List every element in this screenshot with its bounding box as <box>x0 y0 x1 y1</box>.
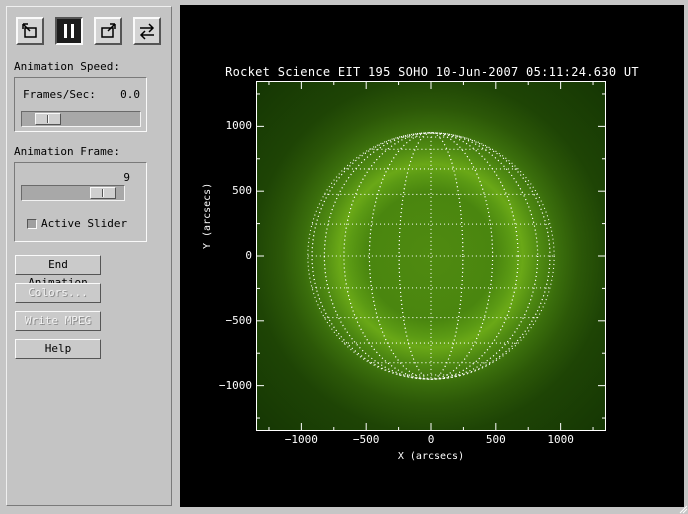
frame-value: 9 <box>123 171 130 184</box>
tick-marks <box>256 81 606 431</box>
swap-arrows-icon <box>139 23 155 40</box>
fps-value: 0.0 <box>120 88 140 101</box>
pause-icon <box>64 24 74 38</box>
frame-slider-thumb[interactable] <box>90 187 116 199</box>
colors-button[interactable]: Colors... <box>15 283 101 303</box>
speed-slider[interactable] <box>21 111 141 127</box>
frame-slider[interactable] <box>21 185 125 201</box>
rewind-arrow-icon <box>22 23 37 38</box>
speed-slider-thumb[interactable] <box>35 113 61 125</box>
active-slider-checkbox[interactable] <box>27 219 37 229</box>
write-mpeg-button[interactable]: Write MPEG <box>15 311 101 331</box>
forward-arrow-icon <box>101 23 116 38</box>
animation-speed-group: Frames/Sec: 0.0 <box>14 77 147 132</box>
pause-button[interactable] <box>55 17 83 45</box>
plot-window[interactable]: Rocket Science EIT 195 SOHO 10-Jun-2007 … <box>180 5 684 507</box>
resize-grip-icon[interactable] <box>678 504 688 514</box>
animation-frame-group: 9 Active Slider <box>14 162 147 242</box>
cycle-direction-button[interactable] <box>133 17 161 45</box>
animation-speed-label: Animation Speed: <box>14 60 120 73</box>
end-animation-button[interactable]: End Animation <box>15 255 101 289</box>
help-button[interactable]: Help <box>15 339 101 359</box>
fps-label: Frames/Sec: <box>23 88 96 101</box>
step-backward-button[interactable] <box>16 17 44 45</box>
active-slider-label: Active Slider <box>41 217 128 230</box>
control-panel: Animation Speed: Frames/Sec: 0.0 Animati… <box>6 6 172 506</box>
x-axis-label: X (arcsecs) <box>397 451 465 462</box>
y-axis-label: Y (arcsecs) <box>202 182 213 249</box>
step-forward-button[interactable] <box>94 17 122 45</box>
animation-frame-label: Animation Frame: <box>14 145 120 158</box>
